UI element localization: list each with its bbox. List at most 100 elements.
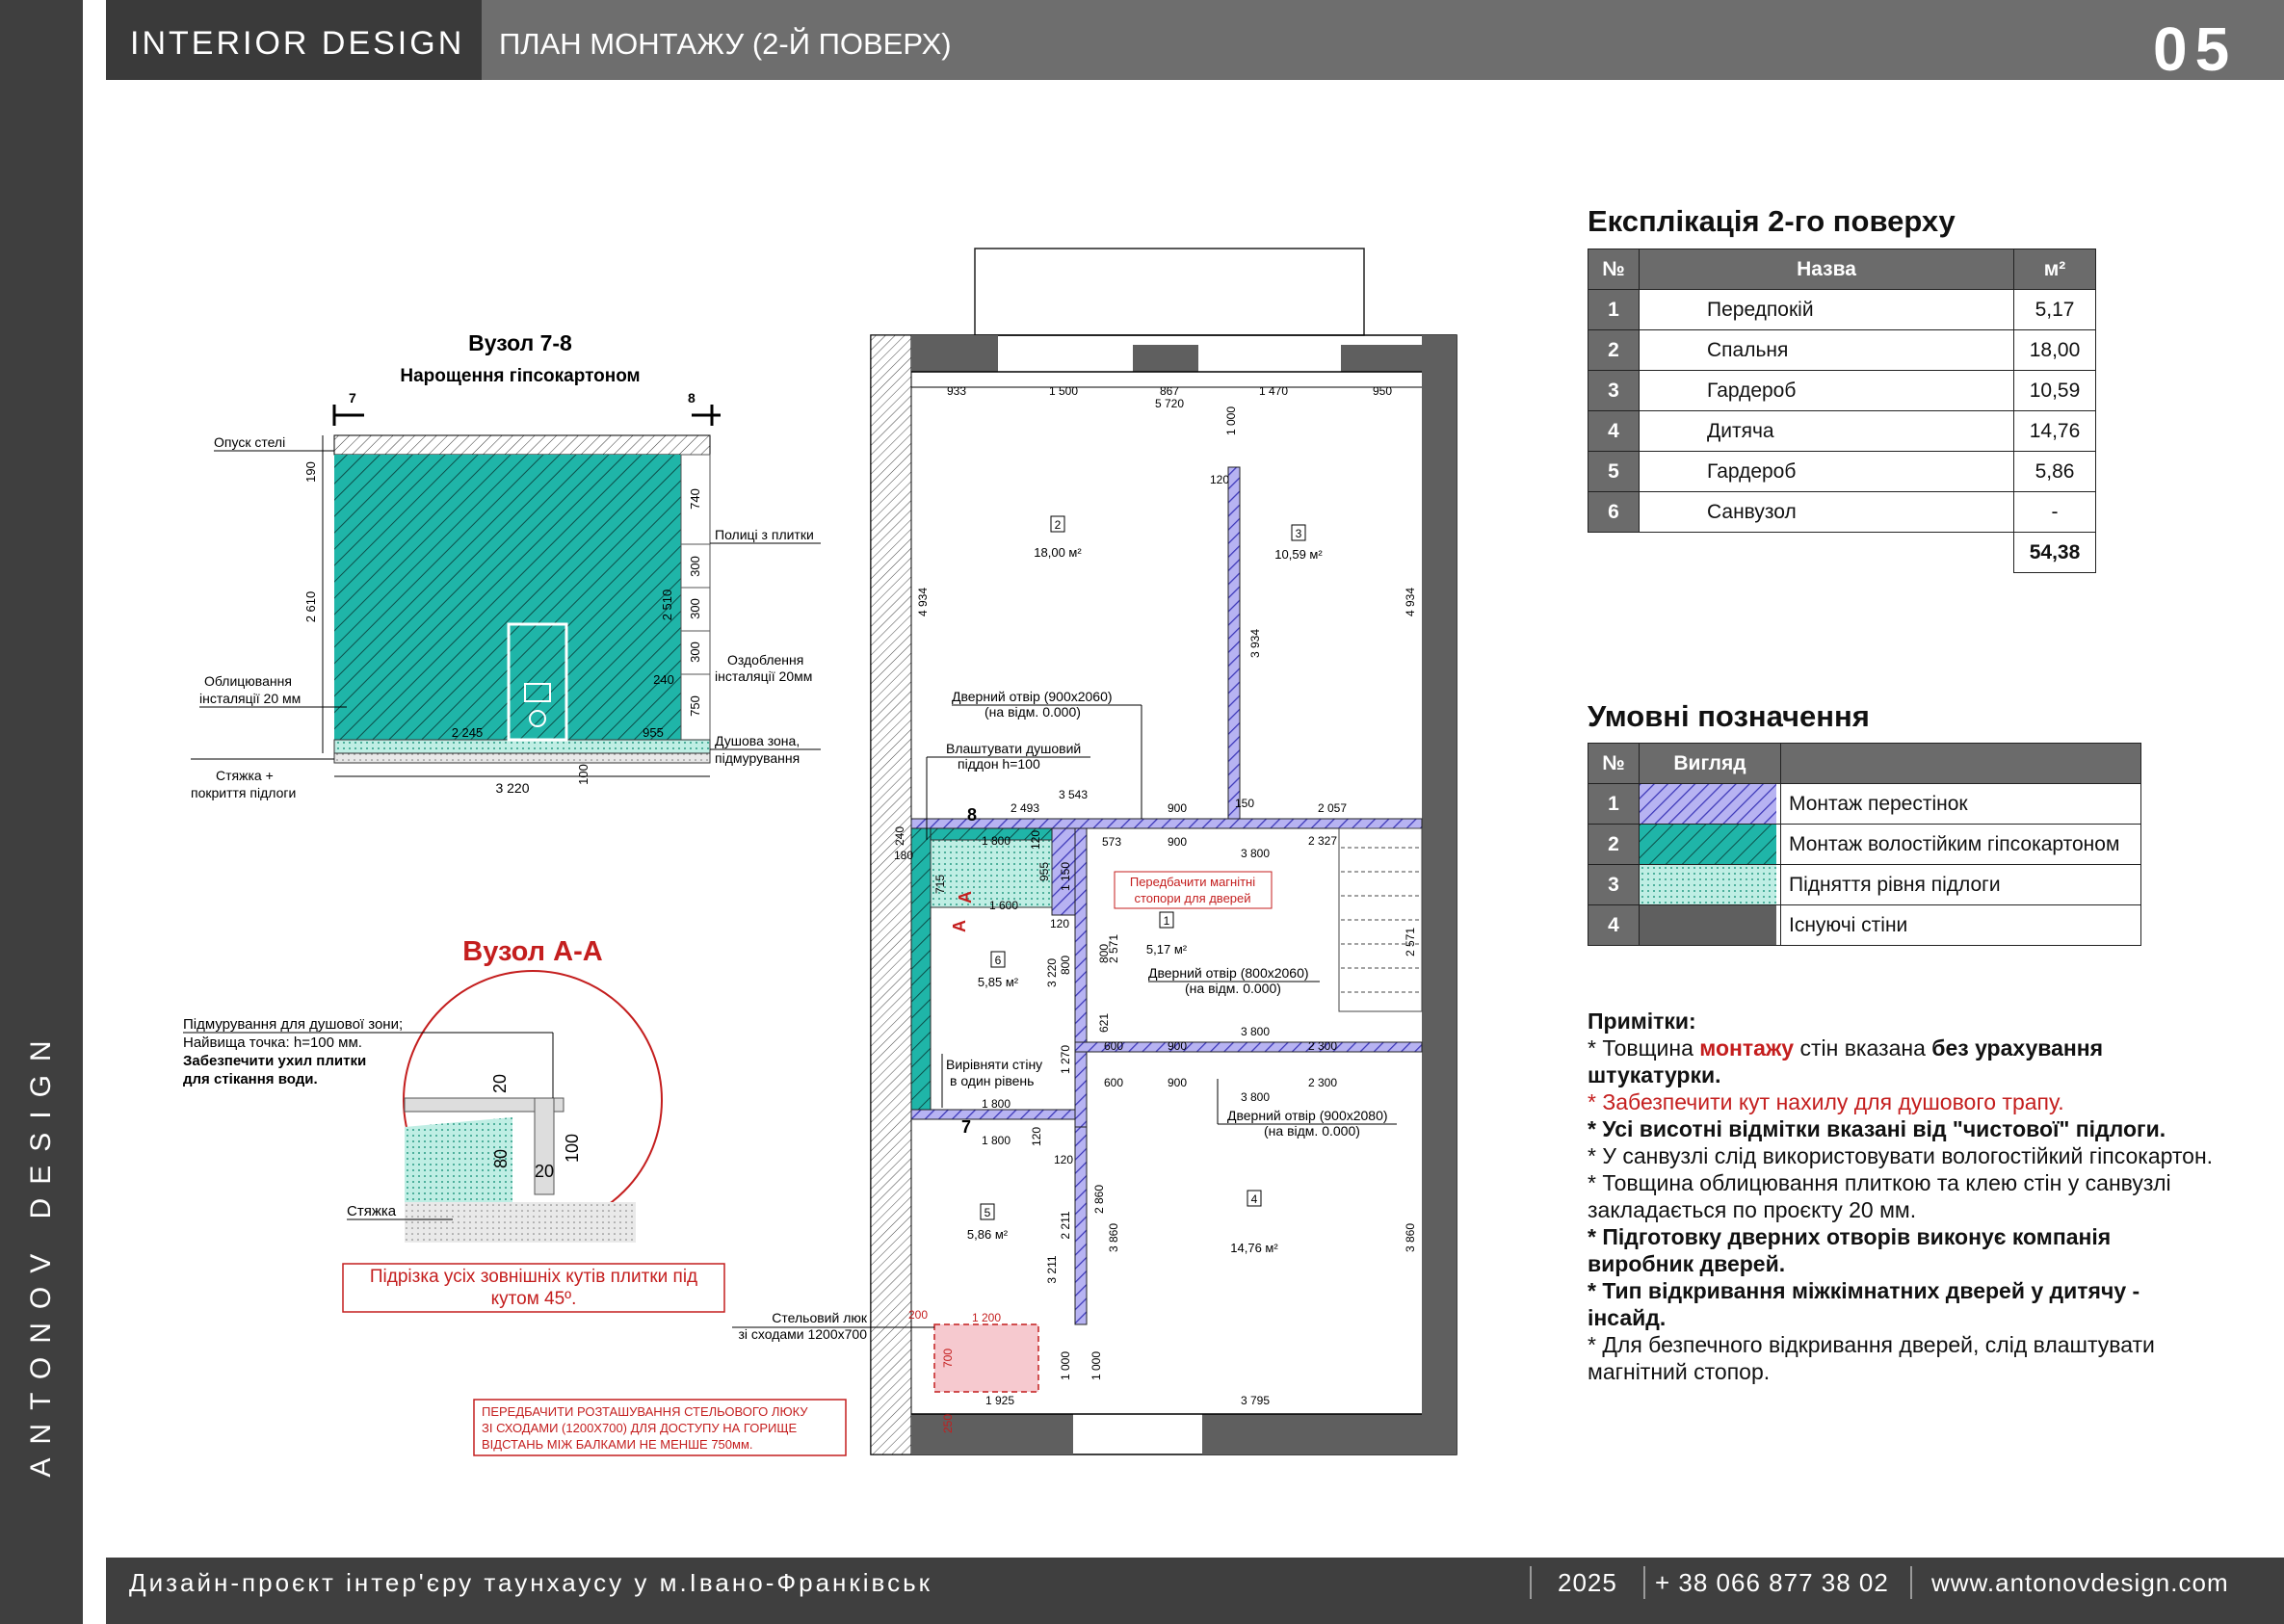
legend-table: № Вигляд 1 Монтаж перестінок 2 Монтаж воло… <box>1588 743 2141 946</box>
dim: 2 211 <box>1059 1211 1072 1239</box>
existing-wall <box>1133 345 1198 372</box>
row-number: 1 <box>1588 289 1640 330</box>
room-1-area: 5,17 м² <box>1146 942 1188 956</box>
aa-dim-20: 20 <box>535 1162 554 1181</box>
dim-190: 190 <box>303 461 318 483</box>
nodeAA-title: Вузол А-А <box>462 936 602 967</box>
dim: 1 200 <box>972 1311 1001 1324</box>
note-2: * Забезпечити кут нахилу для душового тр… <box>1588 1089 2064 1114</box>
partition <box>910 1109 1076 1120</box>
tray-note: піддон h=100 <box>958 756 1040 772</box>
dim: 120 <box>1029 830 1042 850</box>
dim: 2 860 <box>1092 1185 1106 1214</box>
dim: 2 057 <box>1318 801 1347 815</box>
label-shower: підмурування <box>715 750 800 766</box>
dim: 120 <box>1050 917 1069 930</box>
table-row-total: 54,38 <box>1588 532 2096 573</box>
hatch-note: Стельовий люк <box>772 1310 868 1325</box>
legend-label: Існуючі стіни <box>1780 904 2141 946</box>
dim: 2 571 <box>1404 928 1417 956</box>
room-name: Передпокій <box>1639 289 2014 330</box>
room-name: Гардероб <box>1639 451 2014 492</box>
room-2-area: 18,00 м² <box>1034 545 1082 560</box>
label-screed: покриття підлоги <box>191 785 296 800</box>
footer-website[interactable]: www.antonovdesign.com <box>1931 1568 2229 1598</box>
room-6-area: 5,85 м² <box>978 975 1019 989</box>
note-8: * Для безпечного відкривання дверей, слі… <box>1588 1332 2155 1384</box>
swatch-floor <box>1639 864 1781 905</box>
row-number: 6 <box>1588 491 1640 533</box>
dim: 2 300 <box>1308 1076 1337 1089</box>
node78-subtitle: Нарощення гіпсокартоном <box>400 366 640 386</box>
dim-120: 120 <box>1210 473 1229 486</box>
section-mark-7: 7 <box>349 390 356 406</box>
row-number: 3 <box>1588 864 1640 905</box>
aa-note-line: Підмурування для душової зони; <box>183 1016 403 1033</box>
dim: 1 800 <box>982 1097 1011 1111</box>
door-note: (на відм. 0.000) <box>1264 1123 1360 1139</box>
door-note: (на відм. 0.000) <box>1185 981 1281 996</box>
dim: 900 <box>1168 801 1187 815</box>
dim: 600 <box>1104 1039 1123 1053</box>
dim: 3 800 <box>1241 847 1270 860</box>
existing-wall <box>1341 345 1422 372</box>
drawings: Вузол 7-8 Нарощення гіпсокартоном 7 8 3 … <box>183 248 1457 1456</box>
dim-top: 933 <box>947 384 966 398</box>
dim: 3 220 <box>1045 958 1059 987</box>
room-name: Спальня <box>1639 329 2014 371</box>
page-number: 05 <box>2153 14 2238 84</box>
partition <box>910 818 1423 829</box>
note-7: * Тип відкривання міжкімнатних дверей у … <box>1588 1278 2140 1330</box>
balcony <box>974 248 1365 336</box>
col-header <box>1780 743 2141 784</box>
room-2-number: 2 <box>1055 518 1062 532</box>
partition <box>1074 1041 1423 1053</box>
align-note: в один рівень <box>950 1073 1034 1088</box>
legend-label: Монтаж перестінок <box>1780 783 2141 825</box>
table-row: 6 Санвузол - <box>1588 491 2096 533</box>
note-3: * Усі висотні відмітки вказані від "чист… <box>1588 1116 2166 1141</box>
dim: 3 800 <box>1241 1025 1270 1038</box>
total-area: 54,38 <box>2013 532 2096 573</box>
dim: 3 860 <box>1404 1223 1417 1252</box>
dim-240: 240 <box>653 672 674 687</box>
dim-750: 750 <box>688 695 702 717</box>
dim: 1 600 <box>989 899 1018 912</box>
dim-top: 1 470 <box>1259 384 1288 398</box>
partition <box>1227 466 1241 820</box>
door-note: Дверний отвір (900x2060) <box>952 689 1113 704</box>
aa-warning-line: кутом 45º. <box>491 1289 577 1309</box>
row-number: 4 <box>1588 410 1640 452</box>
room-area: 10,59 <box>2013 370 2096 411</box>
table-row: 2 Спальня 18,00 <box>1588 329 2096 371</box>
dim: 200 <box>908 1308 928 1322</box>
col-header: м² <box>2013 249 2096 290</box>
room-5-area: 5,86 м² <box>967 1227 1009 1242</box>
dim-top: 867 <box>1160 384 1179 398</box>
dim-total: 5 720 <box>1155 397 1184 410</box>
node78-title: Вузол 7-8 <box>468 330 572 355</box>
col-header: Вигляд <box>1639 743 1781 784</box>
shower-base <box>333 739 711 754</box>
partition <box>1074 827 1088 1128</box>
room-name: Дитяча <box>1639 410 2014 452</box>
dim-300: 300 <box>688 598 702 619</box>
dim: 2 327 <box>1308 834 1337 848</box>
aa-warning-line: Підрізка усіх зовнішніх кутів плитки під <box>370 1267 697 1287</box>
screed <box>333 752 711 764</box>
dim: 3 800 <box>1241 1090 1270 1104</box>
dim-2245: 2 245 <box>452 725 484 740</box>
aa-dim-100: 100 <box>563 1134 582 1163</box>
section-mark-a: А <box>956 891 975 904</box>
label-screed: Стяжка + <box>216 768 274 783</box>
dim-300: 300 <box>688 642 702 663</box>
label-finish: Оздоблення <box>727 652 803 668</box>
row-number: 2 <box>1588 824 1640 865</box>
dim-100: 100 <box>576 764 591 785</box>
dim: 955 <box>1037 862 1051 881</box>
label-shower: Душова зона, <box>715 733 800 748</box>
door-note: Дверний отвір (900x2080) <box>1227 1108 1388 1123</box>
table-row: 3 Гардероб 10,59 <box>1588 370 2096 411</box>
label-shelves: Полиці з плитки <box>715 527 814 542</box>
aa-dim-20: 20 <box>490 1074 510 1093</box>
